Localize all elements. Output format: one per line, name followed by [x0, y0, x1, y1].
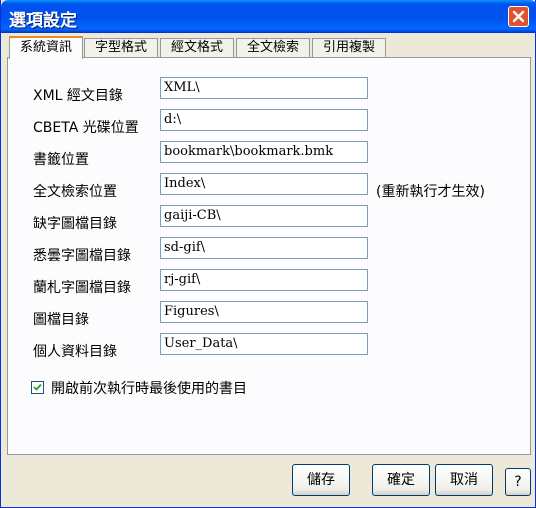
options-dialog: 選項設定 系統資訊 字型格式 經文格式 全文檢索 引用複製 XML 經文目錄 X… [0, 0, 536, 508]
xml-dir-input[interactable]: XML\ [160, 77, 368, 99]
index-label: 全文檢索位置 [33, 184, 117, 200]
figures-dir-label: 圖檔目錄 [33, 312, 89, 328]
title-bar[interactable]: 選項設定 [1, 0, 536, 33]
gaiji-dir-label: 缺字圖檔目錄 [33, 216, 117, 232]
xml-dir-label: XML 經文目錄 [33, 88, 123, 104]
tab-label: 系統資訊 [19, 40, 72, 55]
user-data-input[interactable]: User_Data\ [160, 333, 368, 355]
cancel-button[interactable]: 取消 [435, 464, 493, 496]
tab-sutra-format[interactable]: 經文格式 [160, 38, 234, 57]
close-icon [512, 10, 525, 23]
ranjana-dir-input[interactable]: rj-gif\ [160, 269, 368, 291]
close-button[interactable] [508, 6, 529, 27]
siddham-dir-label: 悉曇字圖檔目錄 [33, 248, 131, 264]
user-data-label: 個人資料目錄 [33, 344, 117, 360]
ranjana-dir-label: 蘭札字圖檔目錄 [33, 280, 131, 296]
checkmark-icon [33, 383, 42, 391]
figures-dir-input[interactable]: Figures\ [160, 301, 368, 323]
restart-note: (重新執行才生效) [376, 184, 485, 200]
tab-label: 字型格式 [94, 40, 147, 55]
siddham-dir-input[interactable]: sd-gif\ [160, 237, 368, 259]
help-button[interactable]: ? [505, 468, 531, 496]
tab-label: 全文檢索 [246, 40, 299, 55]
tab-citation-copy[interactable]: 引用複製 [312, 38, 386, 57]
cbeta-cd-input[interactable]: d:\ [160, 109, 368, 131]
gaiji-dir-input[interactable]: gaiji-CB\ [160, 205, 368, 227]
tab-font-format[interactable]: 字型格式 [84, 38, 158, 57]
cbeta-cd-label: CBETA 光碟位置 [33, 120, 139, 136]
reopen-last-book-label[interactable]: 開啟前次執行時最後使用的書目 [51, 378, 247, 398]
index-input[interactable]: Index\ [160, 173, 368, 195]
reopen-last-book-checkbox[interactable] [31, 381, 44, 394]
ok-button[interactable]: 確定 [372, 464, 430, 496]
save-button[interactable]: 儲存 [292, 464, 350, 496]
bookmark-input[interactable]: bookmark\bookmark.bmk [160, 141, 368, 163]
tab-label: 經文格式 [170, 40, 223, 55]
tab-system-info[interactable]: 系統資訊 [9, 36, 83, 59]
window-title: 選項設定 [9, 11, 77, 31]
tab-fulltext-search[interactable]: 全文檢索 [236, 38, 310, 57]
bookmark-label: 書籤位置 [33, 152, 89, 168]
tab-label: 引用複製 [322, 40, 375, 55]
